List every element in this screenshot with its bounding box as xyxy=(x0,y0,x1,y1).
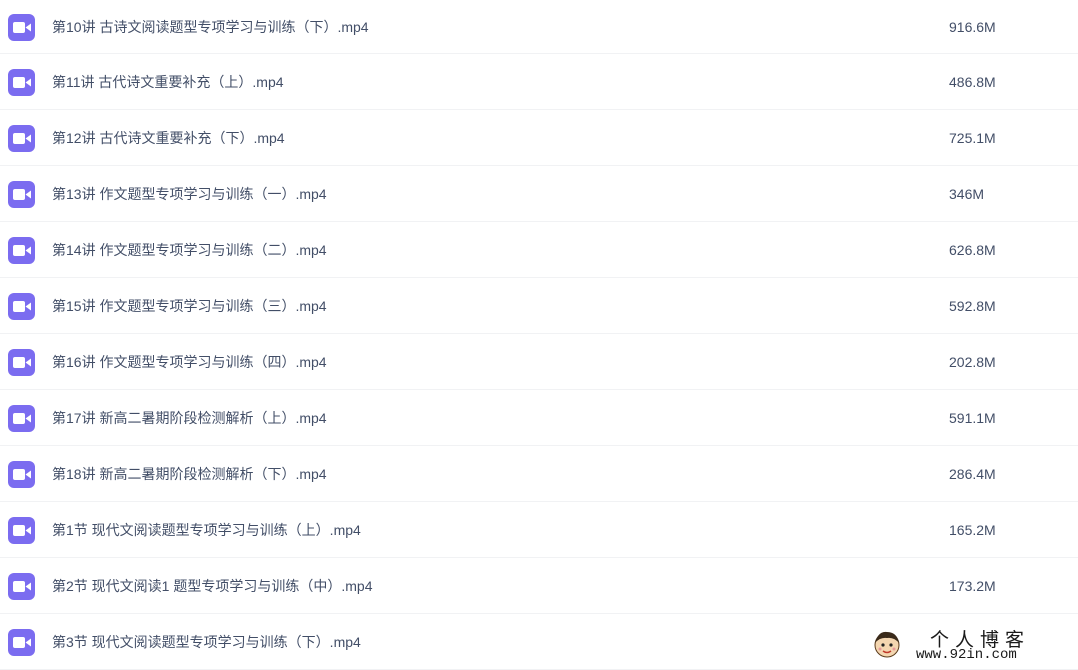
video-file-icon xyxy=(8,460,35,488)
mascot-icon xyxy=(872,629,902,659)
file-size: 916.6M xyxy=(949,18,996,35)
file-size: 725.1M xyxy=(949,129,996,146)
file-row[interactable]: 第11讲 古代诗文重要补充（上）.mp4 486.8M xyxy=(0,54,1078,110)
file-list: 第10讲 古诗文阅读题型专项学习与训练（下）.mp4 916.6M 第11讲 古… xyxy=(0,0,1078,670)
file-row[interactable]: 第15讲 作文题型专项学习与训练（三）.mp4 592.8M xyxy=(0,278,1078,334)
video-file-icon xyxy=(8,516,35,544)
file-size: 346M xyxy=(949,185,985,202)
file-size: 626.8M xyxy=(949,241,996,258)
file-row[interactable]: 第16讲 作文题型专项学习与训练（四）.mp4 202.8M xyxy=(0,334,1078,390)
file-size: 591.1M xyxy=(949,409,996,426)
file-row[interactable]: 第1节 现代文阅读题型专项学习与训练（上）.mp4 165.2M xyxy=(0,502,1078,558)
file-row[interactable]: 第12讲 古代诗文重要补充（下）.mp4 725.1M xyxy=(0,110,1078,166)
file-name: 第13讲 作文题型专项学习与训练（一）.mp4 xyxy=(52,185,327,202)
video-file-icon xyxy=(8,348,35,376)
file-name: 第17讲 新高二暑期阶段检测解析（上）.mp4 xyxy=(52,409,327,426)
video-file-icon xyxy=(8,180,35,208)
file-name: 第11讲 古代诗文重要补充（上）.mp4 xyxy=(52,73,284,90)
file-name: 第15讲 作文题型专项学习与训练（三）.mp4 xyxy=(52,297,327,314)
file-size: 173.2M xyxy=(949,577,996,594)
file-row[interactable]: 第2节 现代文阅读1 题型专项学习与训练（中）.mp4 173.2M xyxy=(0,558,1078,614)
video-file-icon xyxy=(8,13,35,41)
video-file-icon xyxy=(8,628,35,656)
file-name: 第14讲 作文题型专项学习与训练（二）.mp4 xyxy=(52,241,327,258)
file-name: 第18讲 新高二暑期阶段检测解析（下）.mp4 xyxy=(52,465,327,482)
file-size: 165.2M xyxy=(949,521,996,538)
file-name: 第3节 现代文阅读题型专项学习与训练（下）.mp4 xyxy=(52,633,361,650)
file-name: 第2节 现代文阅读1 题型专项学习与训练（中）.mp4 xyxy=(52,577,373,594)
file-row[interactable]: 第18讲 新高二暑期阶段检测解析（下）.mp4 286.4M xyxy=(0,446,1078,502)
file-size: 202.8M xyxy=(949,353,996,370)
watermark: 个人博客 www.92in.com xyxy=(872,625,1062,665)
file-name: 第10讲 古诗文阅读题型专项学习与训练（下）.mp4 xyxy=(52,18,369,35)
file-row[interactable]: 第10讲 古诗文阅读题型专项学习与训练（下）.mp4 916.6M xyxy=(0,0,1078,54)
file-size: 592.8M xyxy=(949,297,996,314)
video-file-icon xyxy=(8,292,35,320)
file-row[interactable]: 第13讲 作文题型专项学习与训练（一）.mp4 346M xyxy=(0,166,1078,222)
video-file-icon xyxy=(8,124,35,152)
video-file-icon xyxy=(8,572,35,600)
file-name: 第1节 现代文阅读题型专项学习与训练（上）.mp4 xyxy=(52,521,361,538)
file-name: 第16讲 作文题型专项学习与训练（四）.mp4 xyxy=(52,353,327,370)
video-file-icon xyxy=(8,404,35,432)
video-file-icon xyxy=(8,236,35,264)
file-size: 286.4M xyxy=(949,465,996,482)
watermark-url: www.92in.com xyxy=(916,647,1017,663)
video-file-icon xyxy=(8,68,35,96)
file-row[interactable]: 第17讲 新高二暑期阶段检测解析（上）.mp4 591.1M xyxy=(0,390,1078,446)
file-name: 第12讲 古代诗文重要补充（下）.mp4 xyxy=(52,129,285,146)
file-size: 486.8M xyxy=(949,73,996,90)
file-row[interactable]: 第14讲 作文题型专项学习与训练（二）.mp4 626.8M xyxy=(0,222,1078,278)
